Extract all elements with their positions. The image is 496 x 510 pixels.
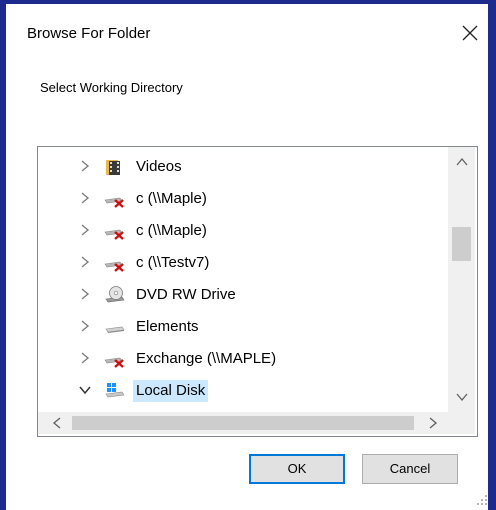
tree-item-label: c (\\Maple) bbox=[136, 222, 207, 239]
external-drive-icon bbox=[105, 326, 125, 333]
cancel-button[interactable]: Cancel bbox=[362, 454, 458, 484]
vertical-scroll-thumb[interactable] bbox=[452, 227, 471, 261]
chevron-right-icon[interactable] bbox=[78, 255, 92, 269]
folder-tree[interactable]: Videos c (\\Maple) c (\\Maple) c (\\Test… bbox=[37, 146, 478, 437]
dialog-prompt: Select Working Directory bbox=[40, 80, 183, 95]
chevron-right-icon[interactable] bbox=[78, 287, 92, 301]
chevron-right-icon[interactable] bbox=[78, 191, 92, 205]
scrollbar-corner bbox=[448, 412, 475, 434]
ok-button[interactable]: OK bbox=[249, 454, 345, 484]
vertical-scrollbar[interactable] bbox=[448, 147, 475, 412]
tree-item-label: DVD RW Drive bbox=[136, 286, 236, 303]
videos-folder-icon bbox=[106, 160, 120, 175]
tree-item-elements[interactable]: Elements bbox=[38, 311, 448, 343]
scroll-right-icon[interactable] bbox=[426, 416, 440, 430]
scroll-down-icon[interactable] bbox=[455, 390, 469, 404]
tree-item-label: Videos bbox=[136, 158, 182, 175]
outer-frame-right bbox=[488, 0, 496, 510]
tree-item-c-maple-2[interactable]: c (\\Maple) bbox=[38, 215, 448, 247]
tree-item-exchange-maple[interactable]: Exchange (\\MAPLE) bbox=[38, 343, 448, 375]
tree-item-videos[interactable]: Videos bbox=[38, 151, 448, 183]
tree-item-label: Elements bbox=[136, 318, 199, 335]
close-button[interactable] bbox=[455, 18, 485, 48]
local-disk-icon bbox=[105, 383, 125, 398]
disconnected-network-drive-icon bbox=[104, 261, 124, 272]
tree-item-label: c (\\Maple) bbox=[136, 190, 207, 207]
chevron-right-icon[interactable] bbox=[78, 351, 92, 365]
tree-item-c-maple[interactable]: c (\\Maple) bbox=[38, 183, 448, 215]
browse-for-folder-dialog: Browse For Folder Select Working Directo… bbox=[6, 4, 488, 510]
chevron-down-icon[interactable] bbox=[78, 383, 92, 397]
chevron-right-icon[interactable] bbox=[78, 319, 92, 333]
chevron-right-icon[interactable] bbox=[78, 159, 92, 173]
resize-grip-icon[interactable] bbox=[476, 494, 488, 506]
scroll-up-icon[interactable] bbox=[455, 155, 469, 169]
disconnected-network-drive-icon bbox=[104, 229, 124, 240]
horizontal-scroll-thumb[interactable] bbox=[72, 416, 414, 430]
tree-item-label: Local Disk bbox=[133, 380, 209, 402]
dvd-drive-icon bbox=[105, 286, 125, 303]
chevron-right-icon[interactable] bbox=[78, 223, 92, 237]
disconnected-network-drive-icon bbox=[104, 197, 124, 208]
dialog-title: Browse For Folder bbox=[27, 25, 151, 42]
tree-item-dvd-rw-drive[interactable]: DVD RW Drive bbox=[38, 279, 448, 311]
horizontal-scrollbar[interactable] bbox=[38, 412, 448, 434]
tree-item-local-disk[interactable]: Local Disk bbox=[38, 375, 448, 407]
tree-item-label: Exchange (\\MAPLE) bbox=[136, 350, 277, 367]
close-icon bbox=[462, 25, 478, 41]
scroll-left-icon[interactable] bbox=[50, 416, 64, 430]
folder-tree-list: Videos c (\\Maple) c (\\Maple) c (\\Test… bbox=[38, 147, 448, 412]
tree-item-c-testv7[interactable]: c (\\Testv7) bbox=[38, 247, 448, 279]
tree-item-label: c (\\Testv7) bbox=[136, 254, 210, 271]
disconnected-network-drive-icon bbox=[104, 357, 124, 368]
